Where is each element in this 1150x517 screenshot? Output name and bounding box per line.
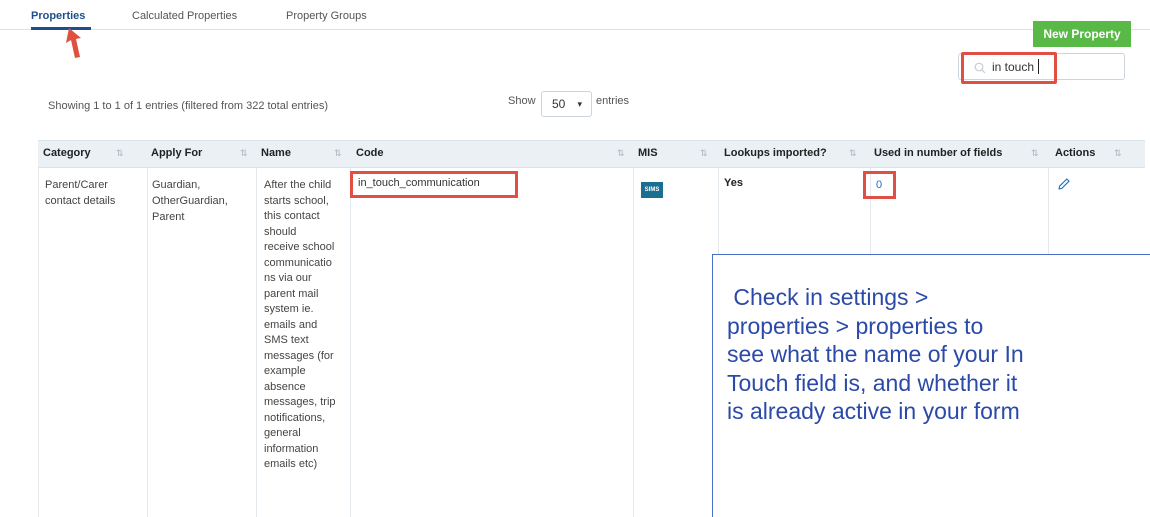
sort-icon[interactable]: ⇅ bbox=[1031, 148, 1039, 159]
column-divider bbox=[147, 168, 148, 517]
sort-icon[interactable]: ⇅ bbox=[849, 148, 857, 159]
column-divider bbox=[633, 168, 634, 517]
search-highlight-box bbox=[961, 52, 1057, 84]
pencil-icon[interactable] bbox=[1057, 177, 1071, 191]
column-divider bbox=[256, 168, 257, 517]
tab-calculated-properties[interactable]: Calculated Properties bbox=[132, 10, 237, 22]
column-header-actions: Actions bbox=[1055, 147, 1096, 159]
sort-icon[interactable]: ⇅ bbox=[617, 148, 625, 159]
table-info-text: Showing 1 to 1 of 1 entries (filtered fr… bbox=[48, 100, 329, 112]
sims-logo-icon: SIMS bbox=[641, 182, 663, 198]
tab-bar: Properties Calculated Properties Propert… bbox=[0, 0, 1150, 30]
tab-property-groups[interactable]: Property Groups bbox=[286, 10, 367, 22]
select-arrows-icon: ▾ bbox=[577, 99, 582, 109]
used-in-fields-link[interactable]: 0 bbox=[876, 179, 882, 191]
sort-icon: ⇅ bbox=[1114, 148, 1122, 158]
tab-properties[interactable]: Properties bbox=[31, 10, 85, 22]
category-cell: Parent/Carer contact details bbox=[45, 179, 116, 207]
column-header-category[interactable]: Category bbox=[43, 147, 91, 159]
arrow-annotation-icon bbox=[66, 28, 81, 58]
column-header-code[interactable]: Code bbox=[356, 147, 384, 159]
code-cell: in_touch_communication bbox=[358, 177, 480, 189]
page-length-select[interactable]: 50 ▾ bbox=[541, 91, 592, 117]
column-header-apply-for[interactable]: Apply For bbox=[151, 147, 202, 159]
sort-icon[interactable]: ⇅ bbox=[700, 148, 708, 159]
column-divider bbox=[350, 168, 351, 517]
sort-icon[interactable]: ⇅ bbox=[116, 148, 124, 159]
column-header-mis[interactable]: MIS bbox=[638, 147, 658, 159]
sort-icon[interactable]: ⇅ bbox=[334, 148, 342, 159]
column-header-name[interactable]: Name bbox=[261, 147, 291, 159]
column-header-used-in-fields[interactable]: Used in number of fields bbox=[874, 147, 1002, 159]
column-header-lookups-imported[interactable]: Lookups imported? bbox=[724, 147, 827, 159]
apply-for-cell: Guardian, OtherGuardian, Parent bbox=[152, 179, 228, 223]
entries-label: entries bbox=[596, 95, 630, 107]
new-property-button[interactable]: New Property bbox=[1033, 21, 1131, 47]
sort-icon[interactable]: ⇅ bbox=[240, 148, 248, 159]
name-cell: After the child starts school, this cont… bbox=[264, 179, 336, 470]
callout-text: Check in settings > properties > propert… bbox=[727, 284, 1024, 424]
page-length-value: 50 bbox=[552, 97, 566, 111]
column-divider bbox=[38, 168, 39, 517]
lookups-imported-cell: Yes bbox=[724, 177, 743, 189]
show-label: Show bbox=[508, 95, 536, 107]
